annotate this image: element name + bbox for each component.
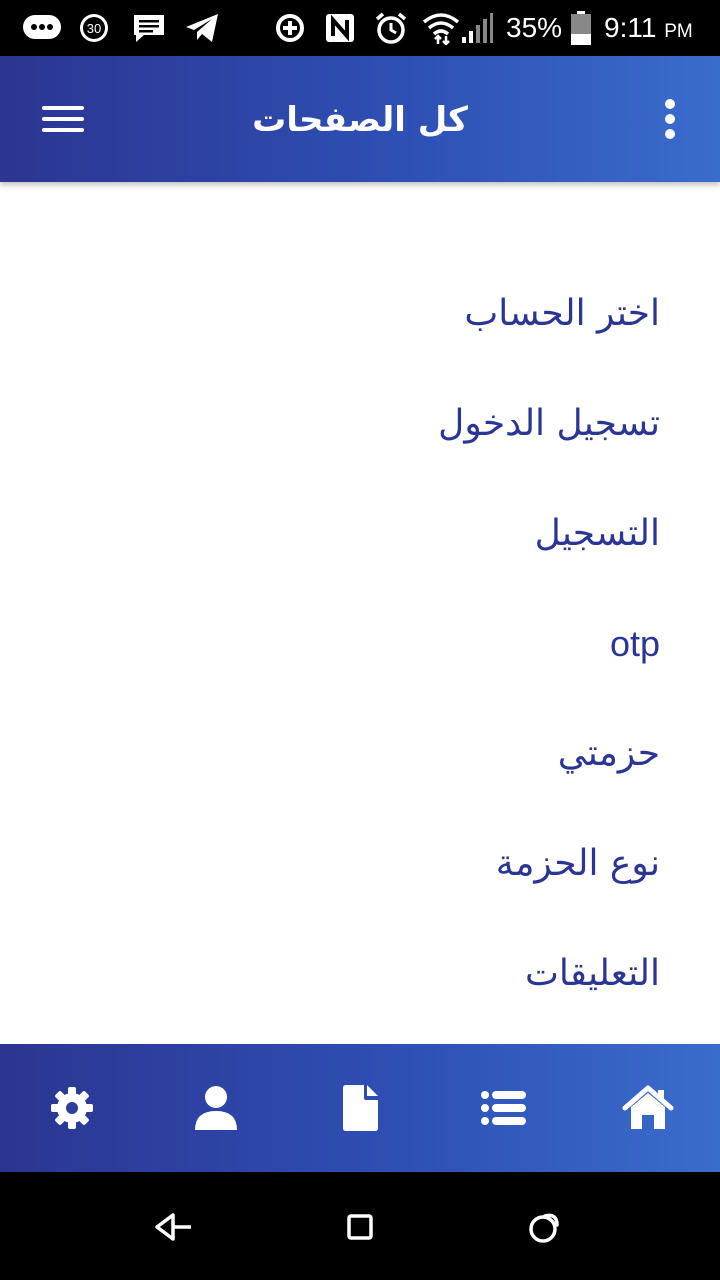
list-item-otp[interactable]: otp xyxy=(610,614,660,674)
list-item-choose-account[interactable]: اختر الحساب xyxy=(464,284,660,344)
battery-icon xyxy=(570,10,592,46)
document-icon[interactable] xyxy=(330,1078,390,1138)
list-item-register[interactable]: التسجيل xyxy=(535,504,660,564)
home-icon[interactable] xyxy=(618,1078,678,1138)
notification-count-icon: 30 xyxy=(78,10,110,46)
chat-bubble-icon xyxy=(22,10,62,46)
data-saver-icon xyxy=(274,10,306,46)
nfc-icon xyxy=(324,10,356,46)
status-bar: 30 35% 9:11 PM xyxy=(0,0,720,56)
wifi-icon xyxy=(422,10,460,46)
user-icon[interactable] xyxy=(186,1078,246,1138)
battery-percent: 35% xyxy=(506,12,563,43)
telegram-icon xyxy=(184,10,220,46)
back-icon[interactable] xyxy=(148,1202,198,1252)
list-item-comments[interactable]: التعليقات xyxy=(525,944,660,1004)
bottom-navigation xyxy=(0,1044,720,1172)
list-item-login[interactable]: تسجيل الدخول xyxy=(438,394,660,454)
app-bar: كل الصفحات xyxy=(0,56,720,182)
message-icon xyxy=(132,10,166,46)
gear-icon[interactable] xyxy=(42,1078,102,1138)
svg-text:30: 30 xyxy=(87,21,101,36)
clock: 9:11 PM xyxy=(604,10,693,46)
clock-time: 9:11 xyxy=(604,12,657,43)
alarm-icon xyxy=(374,10,408,46)
list-item-my-package[interactable]: حزمتي xyxy=(558,724,660,784)
hamburger-menu-icon[interactable] xyxy=(36,96,90,142)
page-title: كل الصفحات xyxy=(252,100,468,140)
list-item-package-type[interactable]: نوع الحزمة xyxy=(496,834,660,894)
home-square-icon[interactable] xyxy=(335,1202,385,1252)
system-navigation-bar xyxy=(0,1172,720,1280)
recents-icon[interactable] xyxy=(520,1202,570,1252)
signal-icon xyxy=(460,10,494,46)
pages-list: اختر الحساب تسجيل الدخول التسجيل otp حزم… xyxy=(0,182,720,1044)
more-vert-icon[interactable] xyxy=(650,94,690,144)
clock-ampm: PM xyxy=(664,21,693,42)
list-icon[interactable] xyxy=(474,1078,534,1138)
